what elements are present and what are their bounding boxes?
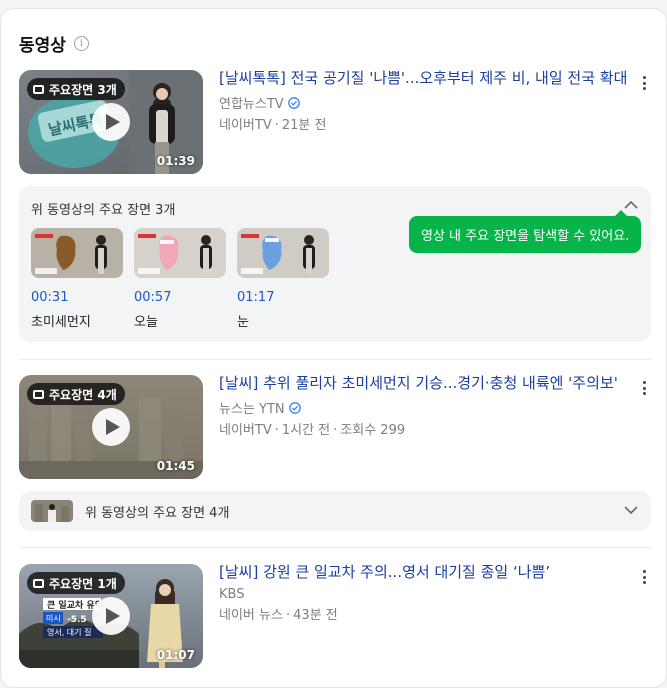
scene-time[interactable]: 00:57 [134,290,226,305]
scenes-tooltip: 영상 내 주요 장면을 탐색할 수 있어요. [409,210,642,253]
thumbnail-caption-3: -5.5 [67,615,87,625]
scene-thumbnail[interactable] [31,228,123,278]
meta-time: 21분 전 [281,118,327,133]
video-source: 뉴스는 YTN [219,398,639,417]
thumbnail-caption-2: 미시 [46,614,61,623]
video-thumbnail[interactable]: 주요장면 4개 01:45 [19,375,203,479]
meta-platform: 네이버TV [219,423,272,438]
scenes-preview-thumbnail [31,500,73,522]
section-header: 동영상 i [19,31,89,56]
play-icon [105,419,120,435]
more-options-icon[interactable] [637,379,651,397]
video-meta: 네이버 뉴스 · 43분 전 [219,608,338,623]
meta-time: 43분 전 [293,608,338,623]
video-duration: 01:07 [156,648,195,662]
more-options-icon[interactable] [637,74,651,92]
video-source: 연합뉴스TV [219,93,639,112]
video-duration: 01:45 [156,459,195,473]
scenes-preview-image [31,500,73,522]
divider [19,547,651,548]
info-icon[interactable]: i [73,36,89,51]
play-button[interactable] [92,103,130,141]
video-info: [날씨] 추위 풀리자 초미세먼지 기승...경기·충청 내륙엔 '주의보' 뉴… [219,373,639,438]
video-source: KBS [219,587,639,602]
key-scene-item[interactable]: 00:57 오늘 [134,228,226,330]
video-thumbnail[interactable]: 날씨톡톡 주요장면 3개 01:39 [19,70,203,174]
divider [19,359,651,360]
thumbnail-caption-4: 영서, 대기 질 [47,627,91,637]
scenes-icon [33,578,44,588]
key-scenes-badge: 주요장면 3개 [27,78,125,100]
scene-thumbnail-image [237,228,329,278]
video-section-card: 동영상 i 날씨톡톡 주요장면 3개 01:39 [날씨톡톡] 전국 공기질 '… [0,8,667,688]
source-name[interactable]: KBS [219,587,244,602]
key-scenes-title: 위 동영상의 주요 장면 3개 [31,203,176,218]
scene-thumbnail-image [134,228,226,278]
source-name[interactable]: 연합뉴스TV [219,93,284,112]
video-meta: 네이버TV · 21분 전 [219,118,327,133]
play-button[interactable] [92,597,130,635]
scene-label: 눈 [237,315,249,330]
badge-label: 주요장면 4개 [49,387,117,402]
scene-thumbnail[interactable] [134,228,226,278]
meta-views: 조회수 299 [340,423,406,438]
video-info: [날씨톡톡] 전국 공기질 '나쁨'...오후부터 제주 비, 내일 전국 확대… [219,68,639,133]
play-icon [105,114,120,130]
video-title-link[interactable]: [날씨] 추위 풀리자 초미세먼지 기승...경기·충청 내륙엔 '주의보' [219,373,639,394]
video-duration: 01:39 [156,154,195,168]
meta-platform: 네이버 뉴스 [219,608,283,623]
video-title-link[interactable]: [날씨톡톡] 전국 공기질 '나쁨'...오후부터 제주 비, 내일 전국 확대 [219,68,639,89]
scene-label: 초미세먼지 [31,315,91,330]
badge-label: 주요장면 3개 [49,82,117,97]
scene-time[interactable]: 00:31 [31,290,123,305]
key-scenes-badge: 주요장면 1개 [27,572,125,594]
play-icon [105,608,120,624]
meta-platform: 네이버TV [219,118,272,133]
source-name[interactable]: 뉴스는 YTN [219,398,285,417]
key-scenes-panel: 위 동영상의 주요 장면 3개 영상 내 주요 장면을 탐색할 수 있어요. 0… [19,186,651,342]
key-scenes-badge: 주요장면 4개 [27,383,125,405]
scene-thumbnail-image [31,228,123,278]
scene-label: 오늘 [134,315,158,330]
key-scene-item[interactable]: 01:17 눈 [237,228,329,330]
verified-icon [288,401,301,414]
section-title: 동영상 [19,36,66,56]
scenes-icon [33,84,44,94]
video-title-link[interactable]: [날씨] 강원 큰 일교차 주의...영서 대기질 종일 ‘나쁨’ [219,562,639,583]
video-meta: 네이버TV · 1시간 전 · 조회수 299 [219,423,406,438]
key-scene-item[interactable]: 00:31 초미세먼지 [31,228,123,330]
badge-label: 주요장면 1개 [49,576,117,591]
chevron-down-icon[interactable] [623,502,639,518]
scene-time[interactable]: 01:17 [237,290,329,305]
video-thumbnail[interactable]: 큰 일교차 유의 미시 -5.5 영서, 대기 질 주요장면 1개 01:07 [19,564,203,668]
scenes-icon [33,389,44,399]
key-scenes-title: 위 동영상의 주요 장면 4개 [85,506,230,521]
meta-time: 1시간 전 [281,423,331,438]
more-options-icon[interactable] [637,568,651,586]
key-scenes-collapsed[interactable]: 위 동영상의 주요 장면 4개 [19,491,651,531]
verified-icon [287,96,300,109]
scene-thumbnail[interactable] [237,228,329,278]
play-button[interactable] [92,408,130,446]
video-info: [날씨] 강원 큰 일교차 주의...영서 대기질 종일 ‘나쁨’ KBS 네이… [219,562,639,623]
